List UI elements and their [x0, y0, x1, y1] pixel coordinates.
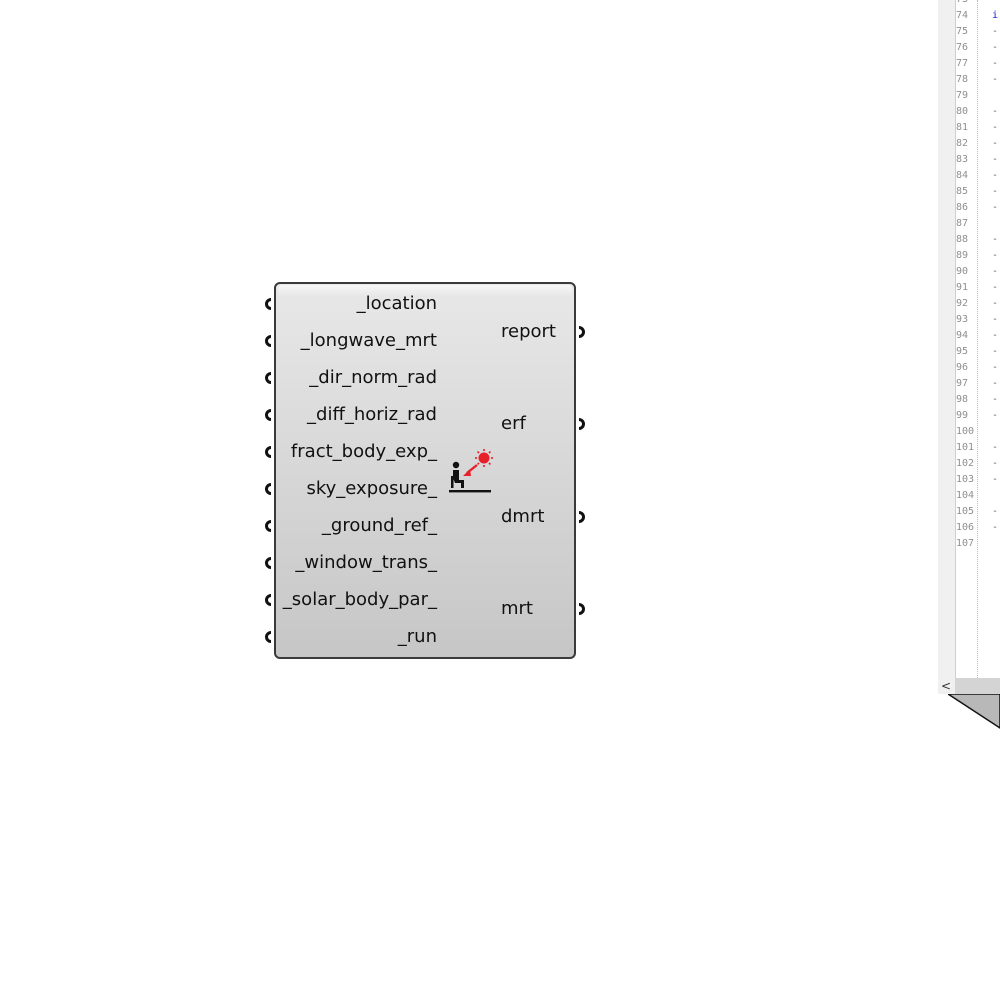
line-number: 74: [956, 10, 969, 21]
code-line[interactable]: -: [992, 232, 1000, 248]
line-number: 75: [956, 26, 969, 37]
output-grip-report[interactable]: [579, 326, 585, 338]
code-line[interactable]: -: [992, 56, 1000, 72]
line-number: 96: [956, 362, 969, 373]
line-number: 104: [956, 490, 975, 501]
code-line[interactable]: -: [992, 408, 1000, 424]
code-line[interactable]: [992, 424, 1000, 440]
line-number: 93: [956, 314, 969, 325]
input-label-fract-body-exp: fract_body_exp_: [290, 441, 437, 462]
line-number: 107: [956, 538, 975, 549]
code-line[interactable]: -: [992, 104, 1000, 120]
input-label-diff-horiz-rad: _diff_horiz_rad: [307, 404, 437, 425]
scroll-left-arrow-icon[interactable]: <: [940, 678, 952, 694]
panel-corner-shape: [948, 694, 1000, 729]
code-line[interactable]: -: [992, 296, 1000, 312]
code-line[interactable]: [992, 488, 1000, 504]
solar-mrt-component[interactable]: _location _longwave_mrt _dir_norm_rad _d…: [265, 282, 585, 659]
code-line[interactable]: -: [992, 152, 1000, 168]
line-number: 88: [956, 234, 969, 245]
line-number: 89: [956, 250, 969, 261]
code-line[interactable]: -: [992, 72, 1000, 88]
code-line[interactable]: -: [992, 472, 1000, 488]
code-line[interactable]: -: [992, 280, 1000, 296]
line-number: 77: [956, 58, 969, 69]
code-line[interactable]: -: [992, 504, 1000, 520]
output-grip-mrt[interactable]: [579, 603, 585, 615]
line-number: 86: [956, 202, 969, 213]
output-label-erf: erf: [501, 413, 526, 434]
scrollbar-thumb[interactable]: [955, 678, 1000, 694]
line-number: 105: [956, 506, 975, 517]
line-number: 81: [956, 122, 969, 133]
line-number: 87: [956, 218, 969, 229]
input-label-window-trans: _window_trans_: [295, 552, 437, 573]
code-line[interactable]: -: [992, 184, 1000, 200]
line-number: 85: [956, 186, 969, 197]
editor-left-margin: [938, 0, 956, 678]
code-editor-panel[interactable]: 73 74 75 76 77 78 79 80 81 82 83 84 85 86 87 88 89 90 91 92…: [938, 0, 1000, 694]
gutter-separator: [977, 0, 978, 678]
line-number: 78: [956, 74, 969, 85]
line-number: 79: [956, 90, 969, 101]
line-number: 102: [956, 458, 975, 469]
line-number: 103: [956, 474, 975, 485]
code-line[interactable]: [992, 536, 1000, 552]
output-grip-dmrt[interactable]: [579, 511, 585, 523]
input-label-sky-exposure: sky_exposure_: [306, 478, 437, 499]
code-line[interactable]: -: [992, 312, 1000, 328]
seated-person-sun-icon: [449, 449, 493, 493]
input-label-location: _location: [356, 293, 437, 314]
line-number: 99: [956, 410, 969, 421]
line-number: 94: [956, 330, 969, 341]
code-line[interactable]: -: [992, 40, 1000, 56]
code-line[interactable]: -: [992, 344, 1000, 360]
code-line[interactable]: i: [992, 8, 1000, 24]
line-number: 83: [956, 154, 969, 165]
code-line[interactable]: -: [992, 24, 1000, 40]
line-number: 106: [956, 522, 975, 533]
code-line[interactable]: [992, 0, 1000, 8]
code-line[interactable]: -: [992, 264, 1000, 280]
code-line[interactable]: -: [992, 200, 1000, 216]
input-label-longwave-mrt: _longwave_mrt: [300, 330, 437, 351]
output-label-dmrt: dmrt: [501, 506, 545, 527]
line-number-gutter: 73 74 75 76 77 78 79 80 81 82 83 84 85 86 87 88 89 90 91 92…: [956, 0, 976, 552]
code-line[interactable]: -: [992, 392, 1000, 408]
line-number: 82: [956, 138, 969, 149]
code-line[interactable]: [992, 88, 1000, 104]
input-label-ground-ref: _ground_ref_: [321, 515, 437, 536]
line-number: 84: [956, 170, 969, 181]
code-line[interactable]: -: [992, 168, 1000, 184]
line-number: 97: [956, 378, 969, 389]
code-line[interactable]: -: [992, 376, 1000, 392]
code-line[interactable]: -: [992, 520, 1000, 536]
line-number: 73: [956, 0, 976, 8]
line-number: 95: [956, 346, 969, 357]
code-line[interactable]: -: [992, 440, 1000, 456]
code-line[interactable]: -: [992, 456, 1000, 472]
output-label-report: report: [501, 321, 556, 342]
line-number: 101: [956, 442, 975, 453]
code-line[interactable]: [992, 216, 1000, 232]
line-number: 76: [956, 42, 969, 53]
input-label-dir-norm-rad: _dir_norm_rad: [309, 367, 437, 388]
line-number: 90: [956, 266, 969, 277]
line-number: 98: [956, 394, 969, 405]
input-label-run: _run: [397, 626, 437, 647]
input-label-solar-body-par: _solar_body_par_: [282, 589, 437, 610]
output-label-mrt: mrt: [501, 598, 533, 619]
horizontal-scrollbar[interactable]: <: [938, 678, 1000, 694]
code-line[interactable]: -: [992, 328, 1000, 344]
line-number: 80: [956, 106, 969, 117]
line-number: 100: [956, 426, 975, 437]
code-area[interactable]: i----------------------------: [992, 0, 1000, 552]
line-number: 91: [956, 282, 969, 293]
code-line[interactable]: -: [992, 360, 1000, 376]
line-number: 92: [956, 298, 969, 309]
code-line[interactable]: -: [992, 136, 1000, 152]
code-line[interactable]: -: [992, 248, 1000, 264]
output-grip-erf[interactable]: [579, 418, 585, 430]
code-line[interactable]: -: [992, 120, 1000, 136]
